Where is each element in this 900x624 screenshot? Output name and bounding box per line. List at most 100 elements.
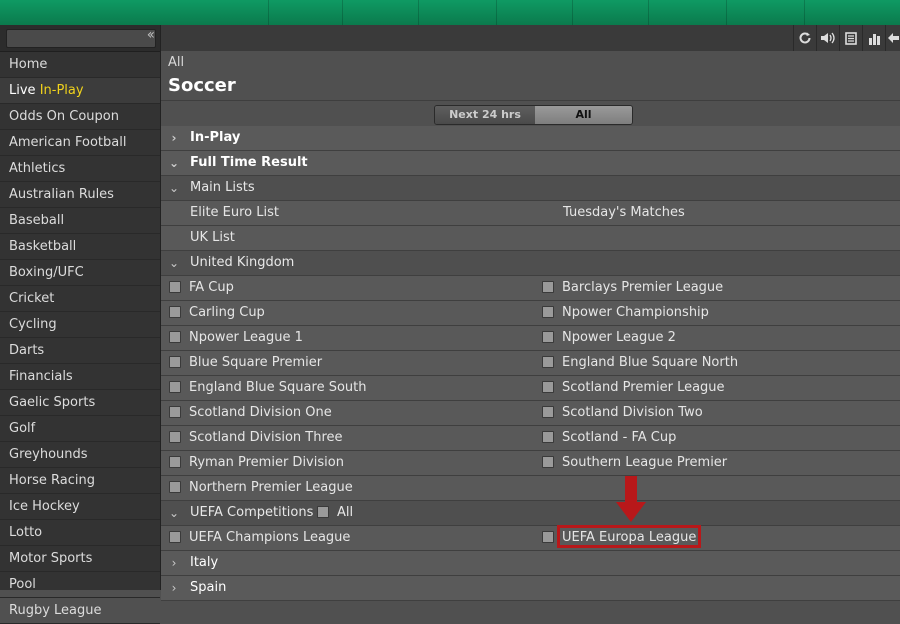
league-england-blue-square-south[interactable]: England Blue Square South [169,376,367,400]
collapse-sidebar-icon[interactable]: ‹‹ [147,27,155,43]
sidebar-item-athletics[interactable]: Athletics [0,156,160,182]
group-united-kingdom[interactable]: ⌄ United Kingdom [161,251,900,276]
checkbox[interactable] [169,405,181,418]
list-link-elite-euro[interactable]: Elite Euro List [190,201,279,225]
top-tab[interactable] [418,0,497,25]
sidebar-item-motor-sports[interactable]: Motor Sports [0,546,160,572]
sidebar-item-greyhounds[interactable]: Greyhounds [0,442,160,468]
checkbox[interactable] [542,455,554,468]
checkbox[interactable] [542,405,554,418]
league-scotland-division-one[interactable]: Scotland Division One [169,401,332,425]
league-fa-cup[interactable]: FA Cup [169,276,234,300]
league-carling-cup[interactable]: Carling Cup [169,301,265,325]
checkbox[interactable] [169,305,181,318]
sidebar-item-live[interactable]: Live In-Play [0,78,160,104]
checkbox[interactable] [542,380,554,393]
sidebar-item-american-football[interactable]: American Football [0,130,160,156]
league-ryman-premier-division[interactable]: Ryman Premier Division [169,451,344,475]
league-uefa-europa-league[interactable]: UEFA Europa League [542,526,696,550]
league-southern-league-premier[interactable]: Southern League Premier [542,451,727,475]
section-in-play[interactable]: › In-Play [161,126,900,151]
top-tab[interactable] [342,0,419,25]
section-full-time-result[interactable]: ⌄ Full Time Result [161,151,900,176]
checkbox[interactable] [169,480,181,493]
checkbox[interactable] [169,530,181,543]
league-npower-championship[interactable]: Npower Championship [542,301,709,325]
group-uefa-competitions[interactable]: ⌄ UEFA Competitions All [161,501,900,526]
league-scotland-fa-cup[interactable]: Scotland - FA Cup [542,426,676,450]
uefa-all-checkbox[interactable]: All [317,501,353,525]
checkbox[interactable] [169,455,181,468]
sidebar-item-home[interactable]: Home [0,52,160,78]
breadcrumb[interactable]: All [168,55,184,70]
checkbox[interactable] [542,355,554,368]
sidebar-item-baseball[interactable]: Baseball [0,208,160,234]
back-icon[interactable] [885,25,900,51]
sound-icon[interactable] [816,25,839,51]
checkbox[interactable] [542,280,554,293]
checkbox[interactable] [169,330,181,343]
league-row: FA Cup Barclays Premier League [161,276,900,301]
sidebar-item-label: Rugby League [9,603,102,618]
chevron-down-icon: ⌄ [168,181,180,195]
checkbox[interactable] [169,280,181,293]
sidebar-item-financials[interactable]: Financials [0,364,160,390]
section-spain[interactable]: › Spain [161,576,900,601]
sidebar-item-cricket[interactable]: Cricket [0,286,160,312]
sidebar-item-label: Cycling [9,317,57,332]
stats-icon[interactable] [862,25,885,51]
top-tab[interactable] [804,0,900,25]
sidebar-item-lotto[interactable]: Lotto [0,520,160,546]
checkbox[interactable] [317,505,329,518]
sidebar-item-boxing-ufc[interactable]: Boxing/UFC [0,260,160,286]
sidebar-item-cycling[interactable]: Cycling [0,312,160,338]
league-barclays-premier-league[interactable]: Barclays Premier League [542,276,723,300]
list-row: Elite Euro List Tuesday's Matches [161,201,900,226]
league-row: UEFA Champions League UEFA Europa League [161,526,900,551]
sidebar-item-horse-racing[interactable]: Horse Racing [0,468,160,494]
league-uefa-champions-league[interactable]: UEFA Champions League [169,526,350,550]
top-tab[interactable] [496,0,573,25]
refresh-icon[interactable] [793,25,816,51]
sidebar-header: ‹‹ [0,25,160,52]
league-scotland-division-two[interactable]: Scotland Division Two [542,401,703,425]
sidebar-item-basketball[interactable]: Basketball [0,234,160,260]
sidebar-item-label: Live [9,83,40,98]
league-scotland-premier-league[interactable]: Scotland Premier League [542,376,725,400]
checkbox[interactable] [169,355,181,368]
sidebar-item-darts[interactable]: Darts [0,338,160,364]
sidebar-item-pool[interactable]: Pool [0,572,160,598]
league-npower-league-2[interactable]: Npower League 2 [542,326,676,350]
league-scotland-division-three[interactable]: Scotland Division Three [169,426,343,450]
next-24-hrs-button[interactable]: Next 24 hrs [435,106,535,124]
list-link-tuesday[interactable]: Tuesday's Matches [563,201,685,225]
sidebar-item-golf[interactable]: Golf [0,416,160,442]
checkbox[interactable] [542,530,554,543]
sidebar-item-rugby-league[interactable]: Rugby League [0,598,160,624]
sidebar-item-gaelic-sports[interactable]: Gaelic Sports [0,390,160,416]
league-northern-premier-league[interactable]: Northern Premier League [169,476,353,500]
league-england-blue-square-north[interactable]: England Blue Square North [542,351,738,375]
time-filter-bar: Next 24 hrs All [161,100,900,127]
checkbox[interactable] [542,305,554,318]
top-tab-active[interactable] [268,0,343,25]
sidebar-item-label: Financials [9,369,73,384]
betslip-icon[interactable] [839,25,862,51]
league-blue-square-premier[interactable]: Blue Square Premier [169,351,322,375]
checkbox[interactable] [169,430,181,443]
section-italy[interactable]: › Italy [161,551,900,576]
all-time-button[interactable]: All [535,106,632,124]
checkbox[interactable] [169,380,181,393]
sidebar-search-input[interactable] [6,29,156,48]
checkbox[interactable] [542,330,554,343]
league-npower-league-1[interactable]: Npower League 1 [169,326,303,350]
top-tab[interactable] [572,0,649,25]
group-main-lists[interactable]: ⌄ Main Lists [161,176,900,201]
checkbox[interactable] [542,430,554,443]
sidebar-item-ice-hockey[interactable]: Ice Hockey [0,494,160,520]
top-tab[interactable] [648,0,727,25]
top-tab[interactable] [726,0,805,25]
sidebar-item-australian-rules[interactable]: Australian Rules [0,182,160,208]
list-link-uk[interactable]: UK List [190,226,235,250]
sidebar-item-odds-on-coupon[interactable]: Odds On Coupon [0,104,160,130]
